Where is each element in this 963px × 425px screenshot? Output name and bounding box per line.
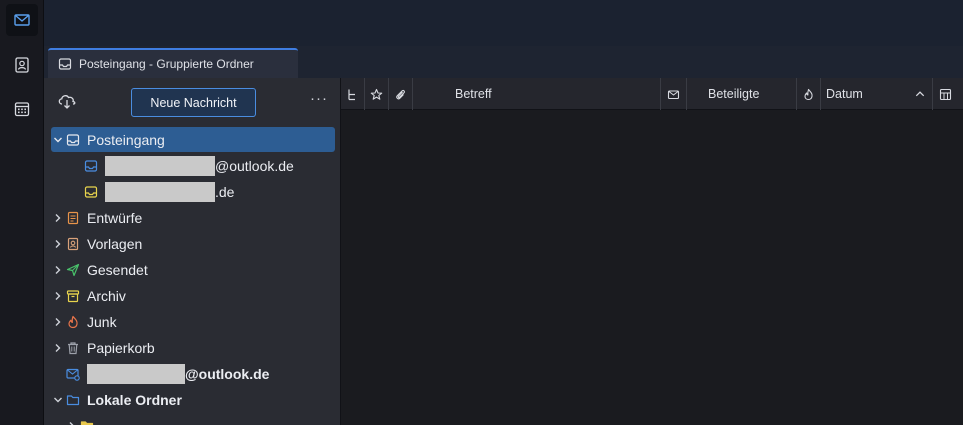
chevron-right-icon[interactable] xyxy=(65,419,79,425)
mail-space-button[interactable] xyxy=(6,4,38,36)
folder-label: Entwürfe xyxy=(87,209,143,226)
subject-column-label: Betreff xyxy=(455,87,492,101)
star-column-button[interactable] xyxy=(365,78,389,110)
redacted-text xyxy=(87,363,185,384)
thread-column-button[interactable] xyxy=(341,78,365,110)
folder-inbox[interactable]: Posteingang xyxy=(51,127,335,152)
folder-label: Papierkorb xyxy=(87,339,155,356)
column-header: Betreff Beteiligte Datum xyxy=(341,78,963,110)
folder-archive[interactable]: Archiv xyxy=(51,283,335,308)
local-subfolder-partial[interactable] xyxy=(51,413,335,425)
folder-pane-header: Neue Nachricht ··· xyxy=(44,78,340,124)
folder-label: Archiv xyxy=(87,287,126,304)
correspondents-column-label: Beteiligte xyxy=(708,87,760,101)
junk-flame-icon xyxy=(804,88,813,100)
calendar-icon xyxy=(14,102,30,117)
folder-label: Posteingang xyxy=(87,131,165,148)
chevron-right-icon[interactable] xyxy=(51,237,65,251)
chevron-right-icon[interactable] xyxy=(51,315,65,329)
date-column-header[interactable]: Datum xyxy=(821,78,933,110)
thread-pane: Betreff Beteiligte Datum xyxy=(341,78,963,425)
chevron-down-icon[interactable] xyxy=(51,393,65,407)
chevron-right-icon[interactable] xyxy=(51,341,65,355)
mail-account-icon xyxy=(65,366,81,382)
chevron-up-icon xyxy=(915,91,925,97)
inbox-icon xyxy=(83,158,99,174)
correspondents-column-header[interactable]: Beteiligte xyxy=(687,78,797,110)
folder-junk[interactable]: Junk xyxy=(51,309,335,334)
column-picker-button[interactable] xyxy=(933,78,957,110)
inbox-icon xyxy=(83,184,99,200)
address-book-icon xyxy=(15,57,29,73)
paperclip-icon xyxy=(396,89,405,99)
tab-inbox[interactable]: Posteingang - Gruppierte Ordner xyxy=(48,48,298,78)
title-bar xyxy=(44,0,963,46)
inbox-icon xyxy=(65,132,81,148)
folder-inbox-account-2[interactable]: .de xyxy=(51,179,335,204)
sent-icon xyxy=(65,262,81,278)
junk-flame-icon xyxy=(65,314,81,330)
folder-icon xyxy=(65,392,81,408)
spaces-toolbar xyxy=(0,0,44,425)
junk-status-column[interactable] xyxy=(797,78,821,110)
folder-label: Vorlagen xyxy=(87,235,143,252)
new-message-button[interactable]: Neue Nachricht xyxy=(131,88,256,117)
mail-icon xyxy=(14,14,30,26)
folder-label: .de xyxy=(215,183,235,200)
local-folders-label: Lokale Ordner xyxy=(87,391,182,408)
folder-pane-more-button[interactable]: ··· xyxy=(308,90,330,112)
chevron-right-icon[interactable] xyxy=(51,211,65,225)
correspondent-icon xyxy=(667,89,680,99)
account-outlook[interactable]: @outlook.de xyxy=(51,361,335,386)
folder-templates[interactable]: Vorlagen xyxy=(51,231,335,256)
archive-icon xyxy=(65,288,81,304)
redacted-text xyxy=(105,181,215,202)
folder-icon xyxy=(79,418,95,425)
thread-icon xyxy=(348,89,355,100)
attachment-column-button[interactable] xyxy=(389,78,413,110)
folder-drafts[interactable]: Entwürfe xyxy=(51,205,335,230)
tab-title: Posteingang - Gruppierte Ordner xyxy=(79,57,254,71)
folder-label: Gesendet xyxy=(87,261,148,278)
address-book-space-button[interactable] xyxy=(6,49,38,81)
correspondent-icon-column[interactable] xyxy=(661,78,687,110)
star-icon xyxy=(370,88,383,100)
drafts-icon xyxy=(65,210,81,226)
folder-trash[interactable]: Papierkorb xyxy=(51,335,335,360)
chevron-right-icon[interactable] xyxy=(51,289,65,303)
account-label: @outlook.de xyxy=(185,365,270,382)
folder-sent[interactable]: Gesendet xyxy=(51,257,335,282)
trash-icon xyxy=(65,340,81,356)
folder-inbox-account-1[interactable]: @outlook.de xyxy=(51,153,335,178)
get-messages-button[interactable] xyxy=(56,91,78,111)
redacted-text xyxy=(105,155,215,176)
local-folders[interactable]: Lokale Ordner xyxy=(51,387,335,412)
date-column-label: Datum xyxy=(826,87,863,101)
tab-strip: Posteingang - Gruppierte Ordner xyxy=(44,46,963,78)
chevron-down-icon[interactable] xyxy=(51,133,65,147)
subject-column-header[interactable]: Betreff xyxy=(413,78,661,110)
cloud-download-icon xyxy=(58,95,76,109)
chevron-right-icon[interactable] xyxy=(51,263,65,277)
calendar-space-button[interactable] xyxy=(6,93,38,125)
folder-label: Junk xyxy=(87,313,117,330)
inbox-icon xyxy=(58,58,72,70)
folder-label: @outlook.de xyxy=(215,157,294,174)
column-picker-icon xyxy=(939,88,951,100)
templates-icon xyxy=(65,236,81,252)
folder-pane: Neue Nachricht ··· Posteingang @outlook.… xyxy=(44,78,341,425)
